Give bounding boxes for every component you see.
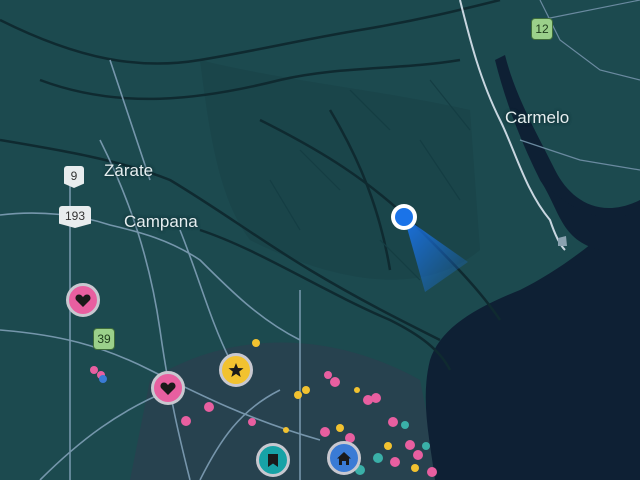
map-canvas[interactable] (0, 0, 640, 480)
heart-icon (75, 294, 91, 307)
location-dot-icon (395, 208, 413, 226)
saved-place-pin[interactable] (256, 443, 290, 477)
heart-icon (160, 382, 176, 395)
city-label-carmelo[interactable]: Carmelo (505, 108, 569, 128)
route-shield-9: 9 (64, 166, 84, 188)
favorite-place-pin[interactable] (151, 371, 185, 405)
route-shield-39: 39 (93, 328, 115, 350)
city-label-zarate[interactable]: Zárate (104, 161, 153, 181)
bookmark-icon (268, 453, 278, 467)
home-icon (337, 451, 351, 465)
starred-place-pin[interactable] (219, 353, 253, 387)
route-shield-12: 12 (531, 18, 553, 40)
favorite-place-pin[interactable] (66, 283, 100, 317)
home-place-pin[interactable] (327, 441, 361, 475)
star-icon (228, 363, 244, 377)
city-label-campana[interactable]: Campana (124, 212, 198, 232)
route-shield-193: 193 (59, 206, 91, 228)
map-view[interactable]: Zárate Campana Carmelo 9 193 39 12 (0, 0, 640, 480)
